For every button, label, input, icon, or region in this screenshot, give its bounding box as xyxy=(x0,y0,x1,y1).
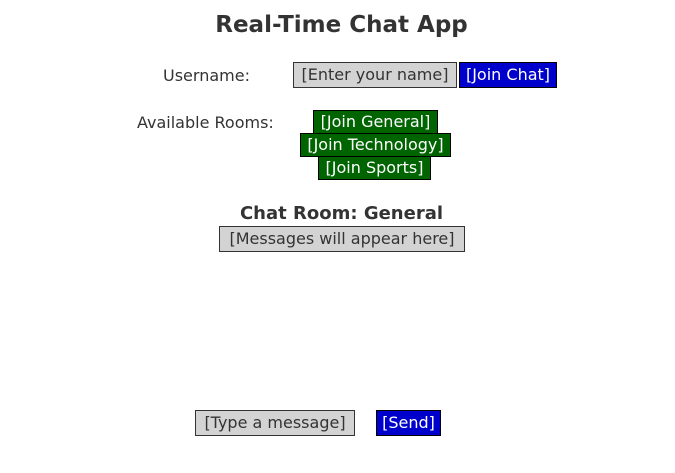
chat-room-title: Chat Room: General xyxy=(239,203,444,224)
send-button[interactable]: [Send] xyxy=(376,410,441,436)
join-sports-button[interactable]: [Join Sports] xyxy=(318,156,431,180)
username-input[interactable]: [Enter your name] xyxy=(293,62,457,88)
username-label: Username: xyxy=(163,66,250,85)
message-input[interactable]: [Type a message] xyxy=(195,410,355,436)
join-technology-button[interactable]: [Join Technology] xyxy=(300,133,451,157)
join-general-button[interactable]: [Join General] xyxy=(313,110,438,134)
messages-area: [Messages will appear here] xyxy=(219,226,465,252)
app-title: Real-Time Chat App xyxy=(215,12,468,38)
available-rooms-label: Available Rooms: xyxy=(137,113,274,132)
join-chat-button[interactable]: [Join Chat] xyxy=(459,62,557,88)
